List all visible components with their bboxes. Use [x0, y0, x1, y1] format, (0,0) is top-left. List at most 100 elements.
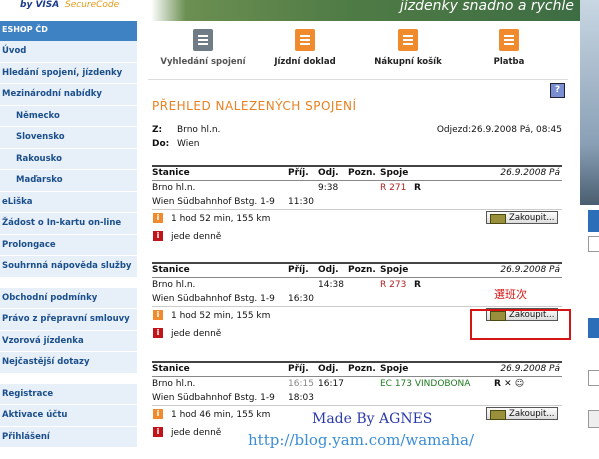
- sidebar-item[interactable]: Žádost o In-kartu on-line: [0, 213, 137, 235]
- duration-text: 1 hod 52 min, 155 km: [171, 311, 271, 321]
- departure-time: Odjezd:26.9.2008 Pá, 08:45: [436, 125, 562, 135]
- notice-icon[interactable]: i: [153, 427, 163, 437]
- sidebar: ESHOP ČD Úvod Hledání spojení, jízdenky Me…: [0, 21, 137, 459]
- connection-header: Stanice Příj. Odj. Pozn. Spoje 26.9.2008 Pá: [152, 165, 562, 181]
- side-select[interactable]: [588, 236, 599, 252]
- sidebar-item[interactable]: Úvod: [0, 41, 137, 63]
- notice-icon[interactable]: i: [153, 328, 163, 338]
- side-blue-box: [588, 210, 599, 232]
- note-text: jede denně: [171, 232, 222, 242]
- watermark-line1: Made By AGNES: [312, 411, 433, 427]
- highlight-box: [470, 309, 571, 340]
- visa-logo: by VISA: [20, 0, 60, 10]
- money-icon: [490, 410, 506, 420]
- securecode-logo: SecureCode: [65, 0, 120, 10]
- train-link[interactable]: EC 173 VINDOBONA: [380, 379, 470, 389]
- money-icon: [490, 214, 506, 224]
- train-link[interactable]: R 271: [380, 183, 406, 193]
- side-button[interactable]: [588, 410, 599, 428]
- checkout-steps: Vyhledání spojení Jízdní doklad Nákupní …: [148, 29, 568, 80]
- arrival-time: 18:03: [288, 393, 314, 403]
- sidebar-item[interactable]: Prolongace: [0, 235, 137, 256]
- table-row: Brno hl.n. 9:38 R 271 R: [152, 181, 562, 195]
- step-ticket[interactable]: Jízdní doklad: [260, 29, 350, 67]
- sidebar-item[interactable]: Hledání spojení, jízdenky: [0, 63, 137, 84]
- ticket-doc-icon: [295, 29, 315, 51]
- train-flags: R ✕ ☺: [494, 379, 525, 389]
- buy-button[interactable]: Zakoupit...: [486, 211, 558, 224]
- sidebar-item[interactable]: Právo z přepravní smlouvy: [0, 309, 137, 331]
- sidebar-item[interactable]: Aktivace účtu: [0, 405, 137, 427]
- info-icon[interactable]: i: [153, 310, 163, 320]
- sidebar-item[interactable]: Vzorová jízdenka: [0, 331, 137, 352]
- departure-time: 16:17: [318, 379, 344, 389]
- departure-time: 9:38: [318, 183, 339, 193]
- arrival-time: 16:30: [288, 294, 314, 304]
- sidebar-item[interactable]: Nejčastější dotazy: [0, 352, 137, 374]
- departure-time: 14:38: [318, 280, 344, 290]
- sidebar-item[interactable]: Slovensko: [0, 127, 137, 149]
- right-edge-panel: [580, 0, 599, 459]
- sidebar-item[interactable]: Německo: [0, 106, 137, 127]
- station-name: Wien Südbahnhof Bstg. 1-9: [152, 393, 275, 403]
- sidebar-menu-main: Úvod Hledání spojení, jízdenky Mezinárodní…: [0, 41, 137, 278]
- connection-block: Stanice Příj. Odj. Pozn. Spoje 26.9.2008 Pá Br…: [152, 361, 562, 442]
- note-text: jede denně: [171, 428, 222, 438]
- station-name: Wien Südbahnhof Bstg. 1-9: [152, 197, 275, 207]
- station-name: Wien Südbahnhof Bstg. 1-9: [152, 294, 275, 304]
- info-icon[interactable]: i: [153, 213, 163, 223]
- arrival-time: 11:30: [288, 197, 314, 207]
- side-input[interactable]: [588, 370, 599, 386]
- station-name: Brno hl.n.: [152, 379, 196, 389]
- side-photo: [580, 0, 599, 205]
- note-text: jede denně: [171, 329, 222, 339]
- step-cart[interactable]: Nákupní košík: [363, 29, 453, 67]
- sidebar-menu-info: Obchodní podmínky Právo z přepravní smlou…: [0, 287, 137, 374]
- sidebar-item[interactable]: Souhrnná nápověda služby: [0, 256, 137, 278]
- train-flags: R: [414, 280, 421, 290]
- banner-slogan: jízdenky snadno a rychle: [399, 0, 574, 14]
- notice-icon[interactable]: i: [153, 231, 163, 241]
- duration-text: 1 hod 46 min, 155 km: [171, 410, 271, 420]
- duration-row: i 1 hod 52 min, 155 km Zakoupit...: [152, 209, 562, 228]
- info-icon[interactable]: i: [153, 409, 163, 419]
- table-row: Wien Südbahnhof Bstg. 1-9 11:30: [152, 195, 562, 209]
- sidebar-item[interactable]: Maďarsko: [0, 170, 137, 192]
- sidebar-item[interactable]: eLiška: [0, 192, 137, 213]
- note-row: i jede denně: [152, 228, 562, 246]
- step-search[interactable]: Vyhledání spojení: [158, 29, 248, 67]
- connection-date: 26.9.2008 Pá: [500, 168, 560, 178]
- connection-block: Stanice Příj. Odj. Pozn. Spoje 26.9.2008 Pá Br…: [152, 165, 562, 246]
- connection-header: Stanice Příj. Odj. Pozn. Spoje 26.9.2008 Pá: [152, 361, 562, 377]
- cart-doc-icon: [398, 29, 418, 51]
- main-content: Vyhledání spojení Jízdní doklad Nákupní …: [148, 21, 568, 459]
- to-station: Wien: [177, 139, 200, 149]
- top-banner: by VISA SecureCode jízdenky snadno a ryc…: [0, 0, 580, 21]
- side-blue-box: [588, 318, 599, 338]
- search-summary: Z: Brno hl.n. Odjezd:26.9.2008 Pá, 08:45…: [152, 125, 562, 149]
- connection-date: 26.9.2008 Pá: [500, 364, 560, 374]
- sidebar-item[interactable]: Registrace: [0, 384, 137, 405]
- from-station: Brno hl.n.: [177, 125, 221, 135]
- step-payment[interactable]: Platba: [464, 29, 554, 67]
- sidebar-item[interactable]: Přihlášení: [0, 427, 137, 448]
- sidebar-menu-account: Registrace Aktivace účtu Přihlášení: [0, 383, 137, 448]
- help-icon[interactable]: ?: [550, 83, 565, 98]
- train-flags: R: [414, 183, 421, 193]
- connection-header: Stanice Příj. Odj. Pozn. Spoje 26.9.2008 Pá: [152, 262, 562, 278]
- station-name: Brno hl.n.: [152, 280, 196, 290]
- sidebar-item[interactable]: Rakousko: [0, 149, 137, 170]
- sidebar-header: ESHOP ČD: [0, 21, 137, 41]
- sidebar-item[interactable]: Obchodní podmínky: [0, 288, 137, 309]
- page-title: PŘEHLED NALEZENÝCH SPOJENÍ: [152, 99, 357, 113]
- station-name: Brno hl.n.: [152, 183, 196, 193]
- search-doc-icon: [193, 29, 213, 51]
- duration-text: 1 hod 52 min, 155 km: [171, 214, 271, 224]
- annotation-text: 選班次: [494, 288, 527, 301]
- table-row: Brno hl.n. 16:15 16:17 EC 173 VINDOBONA R ✕ …: [152, 377, 562, 391]
- arrival-time: 16:15: [288, 379, 314, 389]
- sidebar-item[interactable]: Mezinárodní nabídky: [0, 84, 137, 106]
- connection-date: 26.9.2008 Pá: [500, 265, 560, 275]
- train-link[interactable]: R 273: [380, 280, 406, 290]
- buy-button[interactable]: Zakoupit...: [486, 407, 558, 420]
